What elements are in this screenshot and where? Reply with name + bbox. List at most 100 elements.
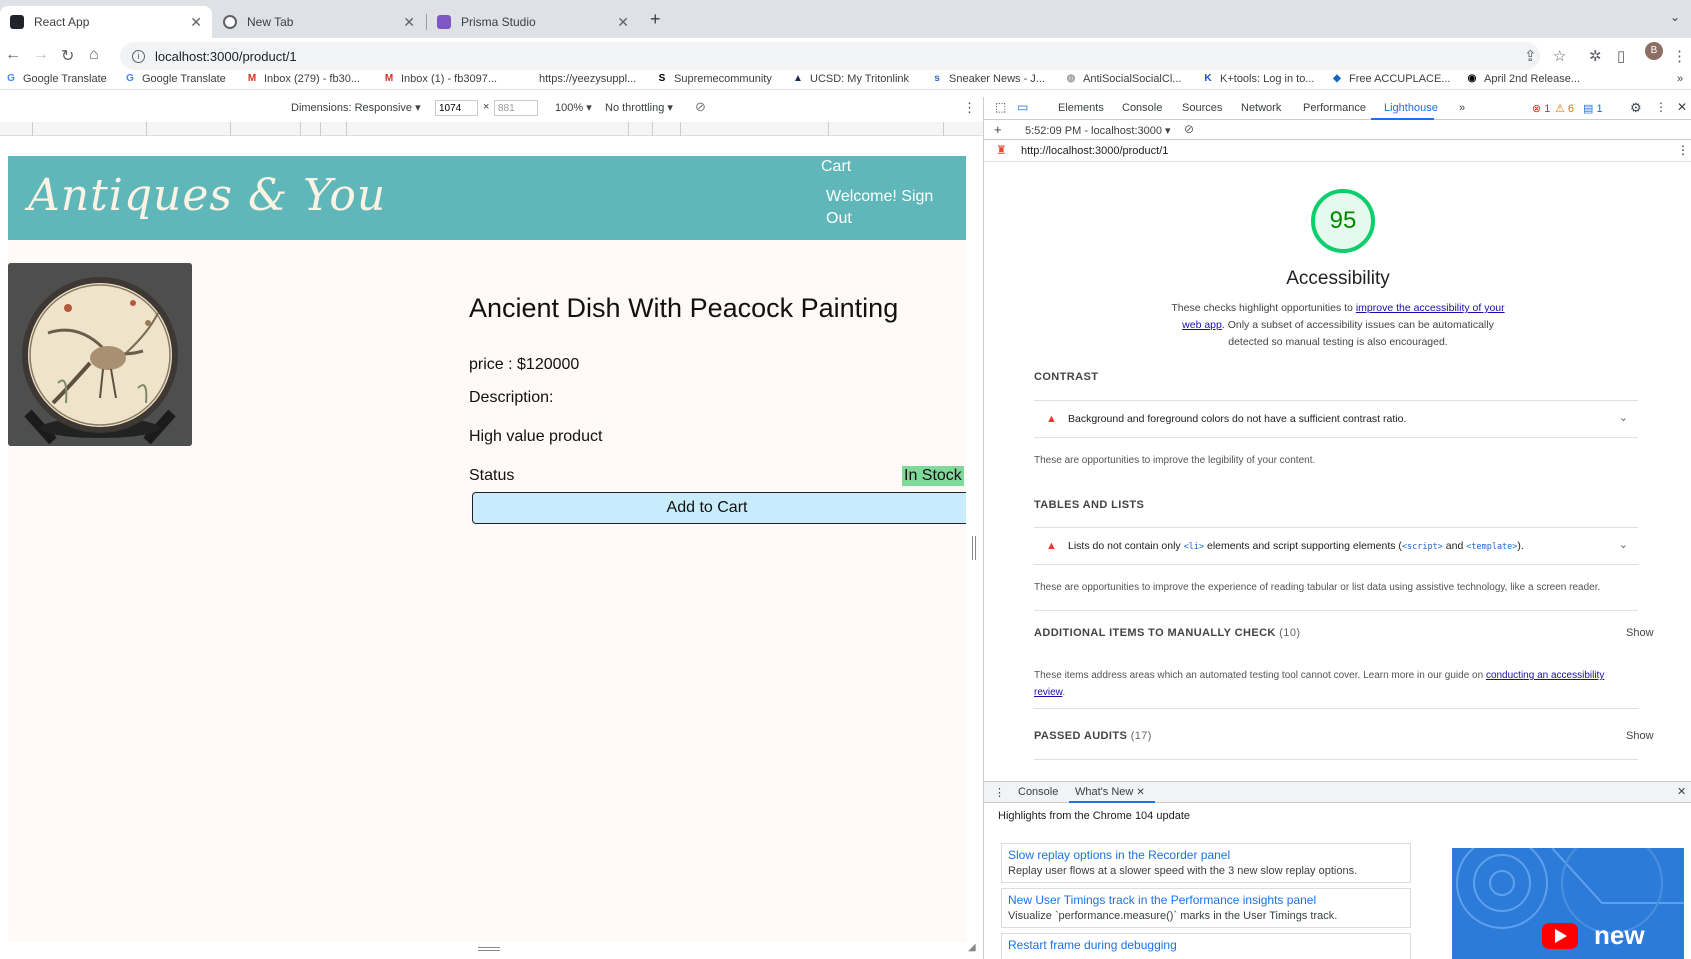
bookmark-item[interactable]: https://yeezysuppl... (539, 73, 636, 85)
tab-new-tab[interactable]: New Tab ✕ (213, 6, 425, 38)
tab-sources[interactable]: Sources (1182, 102, 1222, 114)
extensions-icon[interactable]: ✲ (1589, 47, 1602, 65)
bookmark-item[interactable]: ◍ AntiSocialSocialCl... (1065, 73, 1182, 85)
category-description: These checks highlight opportunities to … (1171, 302, 1505, 348)
error-count[interactable]: ⊗ 1 (1532, 102, 1550, 115)
whats-new-item[interactable]: Restart frame during debugging (1001, 933, 1411, 959)
bookmark-item[interactable]: K K+tools: Log in to... (1202, 73, 1314, 85)
more-options-icon[interactable]: ⋮ (963, 100, 976, 116)
sneaker-news-icon: s (934, 73, 940, 84)
viewport-resize-handle[interactable] (972, 536, 976, 560)
add-report-icon[interactable]: + (994, 122, 1002, 137)
tab-console[interactable]: Console (1122, 102, 1162, 114)
menu-icon[interactable]: ⋮ (1672, 47, 1687, 65)
address-bar[interactable]: i localhost:3000/product/1 (120, 42, 1540, 70)
home-icon[interactable]: ⌂ (89, 46, 99, 64)
width-input[interactable] (435, 100, 478, 116)
add-to-cart-button[interactable]: Add to Cart (472, 492, 966, 524)
more-tabs-icon[interactable]: » (1459, 102, 1465, 114)
bookmark-item[interactable]: ◉ April 2nd Release... (1466, 73, 1580, 85)
sign-out-link[interactable]: Welcome! Sign Out (826, 186, 956, 230)
report-menu-icon[interactable]: ⋮ (1677, 143, 1689, 157)
browser-toolbar: ← → ↻ ⌂ i localhost:3000/product/1 ⇪ ☆ ✲… (0, 38, 1691, 74)
site-header: Antiques & You Cart Welcome! Sign Out (8, 156, 966, 240)
warning-count[interactable]: ⚠ 6 (1555, 102, 1574, 115)
more-bookmarks-icon[interactable]: » (1677, 73, 1683, 85)
warning-triangle-icon: ▲ (1046, 413, 1057, 425)
bookmark-item[interactable]: G Google Translate (124, 73, 226, 85)
chrome-icon (223, 15, 237, 29)
media-query-ruler (0, 122, 983, 136)
whats-new-video[interactable]: new (1452, 848, 1684, 959)
show-passed-button[interactable]: Show (1626, 730, 1654, 742)
bookmark-item[interactable]: M Inbox (1) - fb3097... (383, 73, 497, 85)
whats-new-item[interactable]: New User Timings track in the Performanc… (1001, 888, 1411, 928)
settings-icon[interactable]: ⚙ (1630, 100, 1642, 116)
emulated-viewport: Antiques & You Cart Welcome! Sign Out An… (8, 156, 966, 942)
lighthouse-toolbar: + 5:52:09 PM - localhost:3000 ▾ ⊘ (984, 120, 1691, 140)
close-icon[interactable]: ✕ (617, 14, 629, 31)
tab-performance[interactable]: Performance (1303, 102, 1366, 114)
throttling-select[interactable]: No throttling ▾ (605, 101, 673, 114)
tab-prisma-studio[interactable]: Prisma Studio ✕ (427, 6, 639, 38)
tab-lighthouse[interactable]: Lighthouse (1384, 102, 1438, 114)
star-icon[interactable]: ☆ (1553, 47, 1566, 65)
category-title: Accessibility (1286, 268, 1390, 289)
drawer-menu-icon[interactable]: ⋮ (994, 786, 1005, 799)
rotate-icon[interactable]: ⊘ (695, 99, 706, 115)
message-count[interactable]: ▤ 1 (1583, 102, 1603, 115)
gmail-icon: M (247, 73, 257, 84)
chevron-down-icon[interactable]: ⌄ (1619, 411, 1628, 424)
address-text: localhost:3000/product/1 (155, 48, 297, 64)
chevron-down-icon[interactable]: ⌄ (1619, 538, 1628, 551)
report-url: http://localhost:3000/product/1 (1021, 145, 1169, 157)
drawer-tab-whats-new[interactable]: What's New ✕ (1075, 786, 1145, 798)
clear-icon[interactable]: ⊘ (1184, 122, 1194, 136)
bookmark-item[interactable]: S Supremecommunity (656, 73, 772, 85)
device-toggle-icon[interactable]: ▭ (1017, 100, 1028, 114)
inspect-icon[interactable]: ⬚ (995, 100, 1006, 114)
passed-audits-heading[interactable]: PASSED AUDITS (17) (1034, 730, 1152, 742)
bookmark-item[interactable]: ◆ Free ACCUPLACE... (1331, 73, 1450, 85)
bookmark-item[interactable]: G Google Translate (5, 73, 107, 85)
info-icon[interactable]: i (132, 49, 145, 63)
close-icon[interactable]: ✕ (1136, 787, 1144, 798)
close-drawer-icon[interactable]: ✕ (1677, 785, 1686, 798)
tab-react-app[interactable]: React App ✕ (0, 6, 212, 38)
cart-link[interactable]: Cart (821, 158, 851, 176)
tab-elements[interactable]: Elements (1058, 102, 1104, 114)
back-icon[interactable]: ← (5, 46, 21, 64)
height-input[interactable] (494, 100, 538, 116)
contrast-audit[interactable]: ▲ Background and foreground colors do no… (1034, 400, 1638, 438)
contrast-note: These are opportunities to improve the l… (1034, 455, 1316, 466)
zoom-select[interactable]: 100% ▾ (555, 101, 592, 114)
manual-check-heading[interactable]: ADDITIONAL ITEMS TO MANUALLY CHECK (10) (1034, 627, 1300, 639)
close-icon[interactable]: ✕ (403, 14, 415, 31)
reload-icon[interactable]: ↻ (61, 46, 74, 66)
show-manual-button[interactable]: Show (1626, 627, 1654, 639)
tab-network[interactable]: Network (1241, 102, 1281, 114)
corner-resize-icon[interactable]: ◢ (968, 942, 976, 953)
devtools-menu-icon[interactable]: ⋮ (1655, 100, 1667, 114)
bookmark-item[interactable]: ▲ UCSD: My Tritonlink (792, 73, 909, 85)
report-select[interactable]: 5:52:09 PM - localhost:3000 ▾ (1025, 124, 1171, 137)
lighthouse-icon: ♜ (996, 143, 1007, 157)
new-tab-icon[interactable]: + (650, 9, 661, 30)
bookmark-item[interactable]: M Inbox (279) - fb30... (246, 73, 360, 85)
lists-audit[interactable]: ▲ Lists do not contain only <li> element… (1034, 527, 1638, 565)
share-icon[interactable]: ⇪ (1524, 47, 1537, 65)
bookmarks-bar: G Google Translate G Google Translate M Inb… (0, 72, 1691, 90)
forward-icon[interactable]: → (33, 46, 49, 64)
close-icon[interactable]: ✕ (190, 14, 202, 31)
whats-new-item[interactable]: Slow replay options in the Recorder pane… (1001, 843, 1411, 883)
close-devtools-icon[interactable]: ✕ (1677, 100, 1687, 114)
bookmark-item[interactable]: s Sneaker News - J... (931, 73, 1045, 85)
dimensions-select[interactable]: Dimensions: Responsive ▾ (291, 101, 421, 114)
chevron-down-icon[interactable]: ⌄ (1670, 10, 1680, 24)
site-title[interactable]: Antiques & You (28, 170, 386, 221)
sidepanel-icon[interactable]: ▯ (1617, 47, 1625, 65)
drawer-tab-console[interactable]: Console (1018, 786, 1058, 798)
avatar[interactable]: B (1645, 42, 1663, 60)
manual-note: These items address areas which an autom… (1034, 670, 1605, 698)
height-resize-handle[interactable] (478, 947, 500, 951)
